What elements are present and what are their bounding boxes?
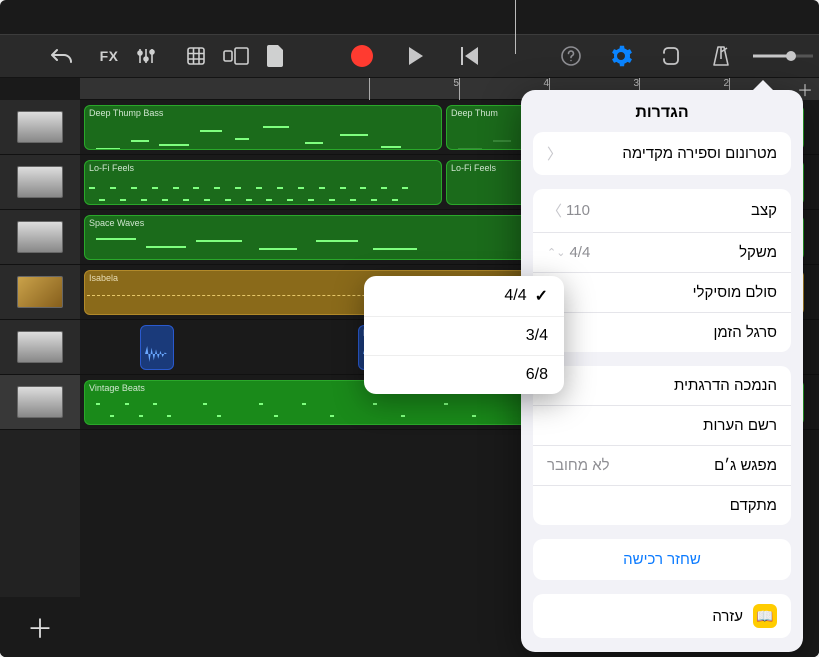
track-headers: ＋	[0, 100, 80, 657]
time-sig-option[interactable]: 4/4 ✓	[364, 276, 564, 317]
row-label: סולם מוסיקלי	[693, 284, 777, 301]
tempo-row[interactable]: קצב 〈110	[533, 189, 791, 233]
grid-view-button[interactable]	[178, 38, 214, 74]
tempo-value: 110	[566, 202, 590, 219]
track-header[interactable]	[0, 265, 80, 320]
ruler-tick: 5	[453, 78, 459, 89]
jam-session-row[interactable]: מפגש ג׳ם לא מחובר	[533, 446, 791, 486]
track-header[interactable]	[0, 210, 80, 265]
ruler-tick: 2	[723, 78, 729, 89]
metronome-row[interactable]: מטרונום וספירה מקדימה 〈	[533, 132, 791, 175]
midi-region[interactable]: Lo-Fi Feels	[84, 160, 442, 205]
browser-button[interactable]	[218, 38, 254, 74]
updown-icon: ⌃⌄	[547, 246, 565, 259]
advanced-row[interactable]: מתקדם	[533, 486, 791, 525]
row-label: הנמכה הדרגתית	[674, 377, 777, 394]
region-label: Deep Thump Bass	[85, 106, 441, 120]
fx-button[interactable]: FX	[94, 38, 124, 74]
time-sig-value: 4/4	[569, 244, 590, 261]
add-track-button[interactable]: ＋	[0, 597, 80, 657]
help-row[interactable]: 📖 עזרה	[533, 594, 791, 638]
metronome-button[interactable]	[703, 38, 739, 74]
midi-region[interactable]: Deep Thump Bass	[84, 105, 442, 150]
option-label: 4/4	[504, 287, 526, 305]
check-icon: ✓	[535, 286, 548, 306]
option-label: 6/8	[526, 366, 548, 384]
restore-purchase-button[interactable]: שחזר רכישה	[533, 539, 791, 580]
time-sig-option[interactable]: 3/4	[364, 317, 564, 356]
record-button[interactable]	[344, 38, 380, 74]
help-button[interactable]	[553, 38, 589, 74]
master-volume[interactable]	[753, 38, 813, 74]
undo-button[interactable]	[44, 38, 80, 74]
main-toolbar: FX	[0, 34, 819, 78]
row-label: סרגל הזמן	[713, 324, 777, 341]
callout-line	[515, 0, 516, 54]
row-label: מטרונום וספירה מקדימה	[622, 145, 777, 162]
time-sig-option[interactable]: 6/8	[364, 356, 564, 394]
region-label: Lo-Fi Feels	[85, 161, 441, 175]
track-header[interactable]	[0, 320, 80, 375]
book-icon: 📖	[753, 604, 777, 628]
mixer-button[interactable]	[128, 38, 164, 74]
ruler-tick: 3	[633, 78, 639, 89]
row-label: משקל	[739, 244, 777, 261]
fadeout-row[interactable]: הנמכה הדרגתית	[533, 366, 791, 406]
chevron-left-icon: 〈	[547, 143, 562, 164]
my-songs-button[interactable]	[258, 38, 294, 74]
time-signature-menu: 4/4 ✓ 3/4 6/8	[364, 276, 564, 394]
option-label: 3/4	[526, 327, 548, 345]
settings-button[interactable]	[603, 38, 639, 74]
track-header[interactable]	[0, 100, 80, 155]
row-label: מתקדם	[730, 497, 777, 514]
time-signature-row[interactable]: משקל ⌃⌄ 4/4	[533, 233, 791, 273]
audio-region[interactable]	[140, 325, 174, 370]
play-button[interactable]	[398, 38, 434, 74]
jam-value: לא מחובר	[547, 457, 610, 474]
row-label: רשם הערות	[703, 417, 777, 434]
chevron-left-icon: 〈	[547, 200, 562, 221]
row-label: עזרה	[712, 608, 743, 625]
loop-browser-button[interactable]	[653, 38, 689, 74]
popover-title: הגדרות	[521, 90, 803, 132]
track-header[interactable]	[0, 155, 80, 210]
row-label: מפגש ג׳ם	[714, 457, 777, 474]
notepad-row[interactable]: רשם הערות	[533, 406, 791, 446]
row-label: קצב	[751, 202, 777, 219]
key-signature-row[interactable]: סולם מוסיקלי	[533, 273, 791, 313]
go-to-start-button[interactable]	[452, 38, 488, 74]
track-header[interactable]	[0, 375, 80, 430]
ruler-tick: 4	[543, 78, 549, 89]
ruler-row[interactable]: סרגל הזמן	[533, 313, 791, 352]
